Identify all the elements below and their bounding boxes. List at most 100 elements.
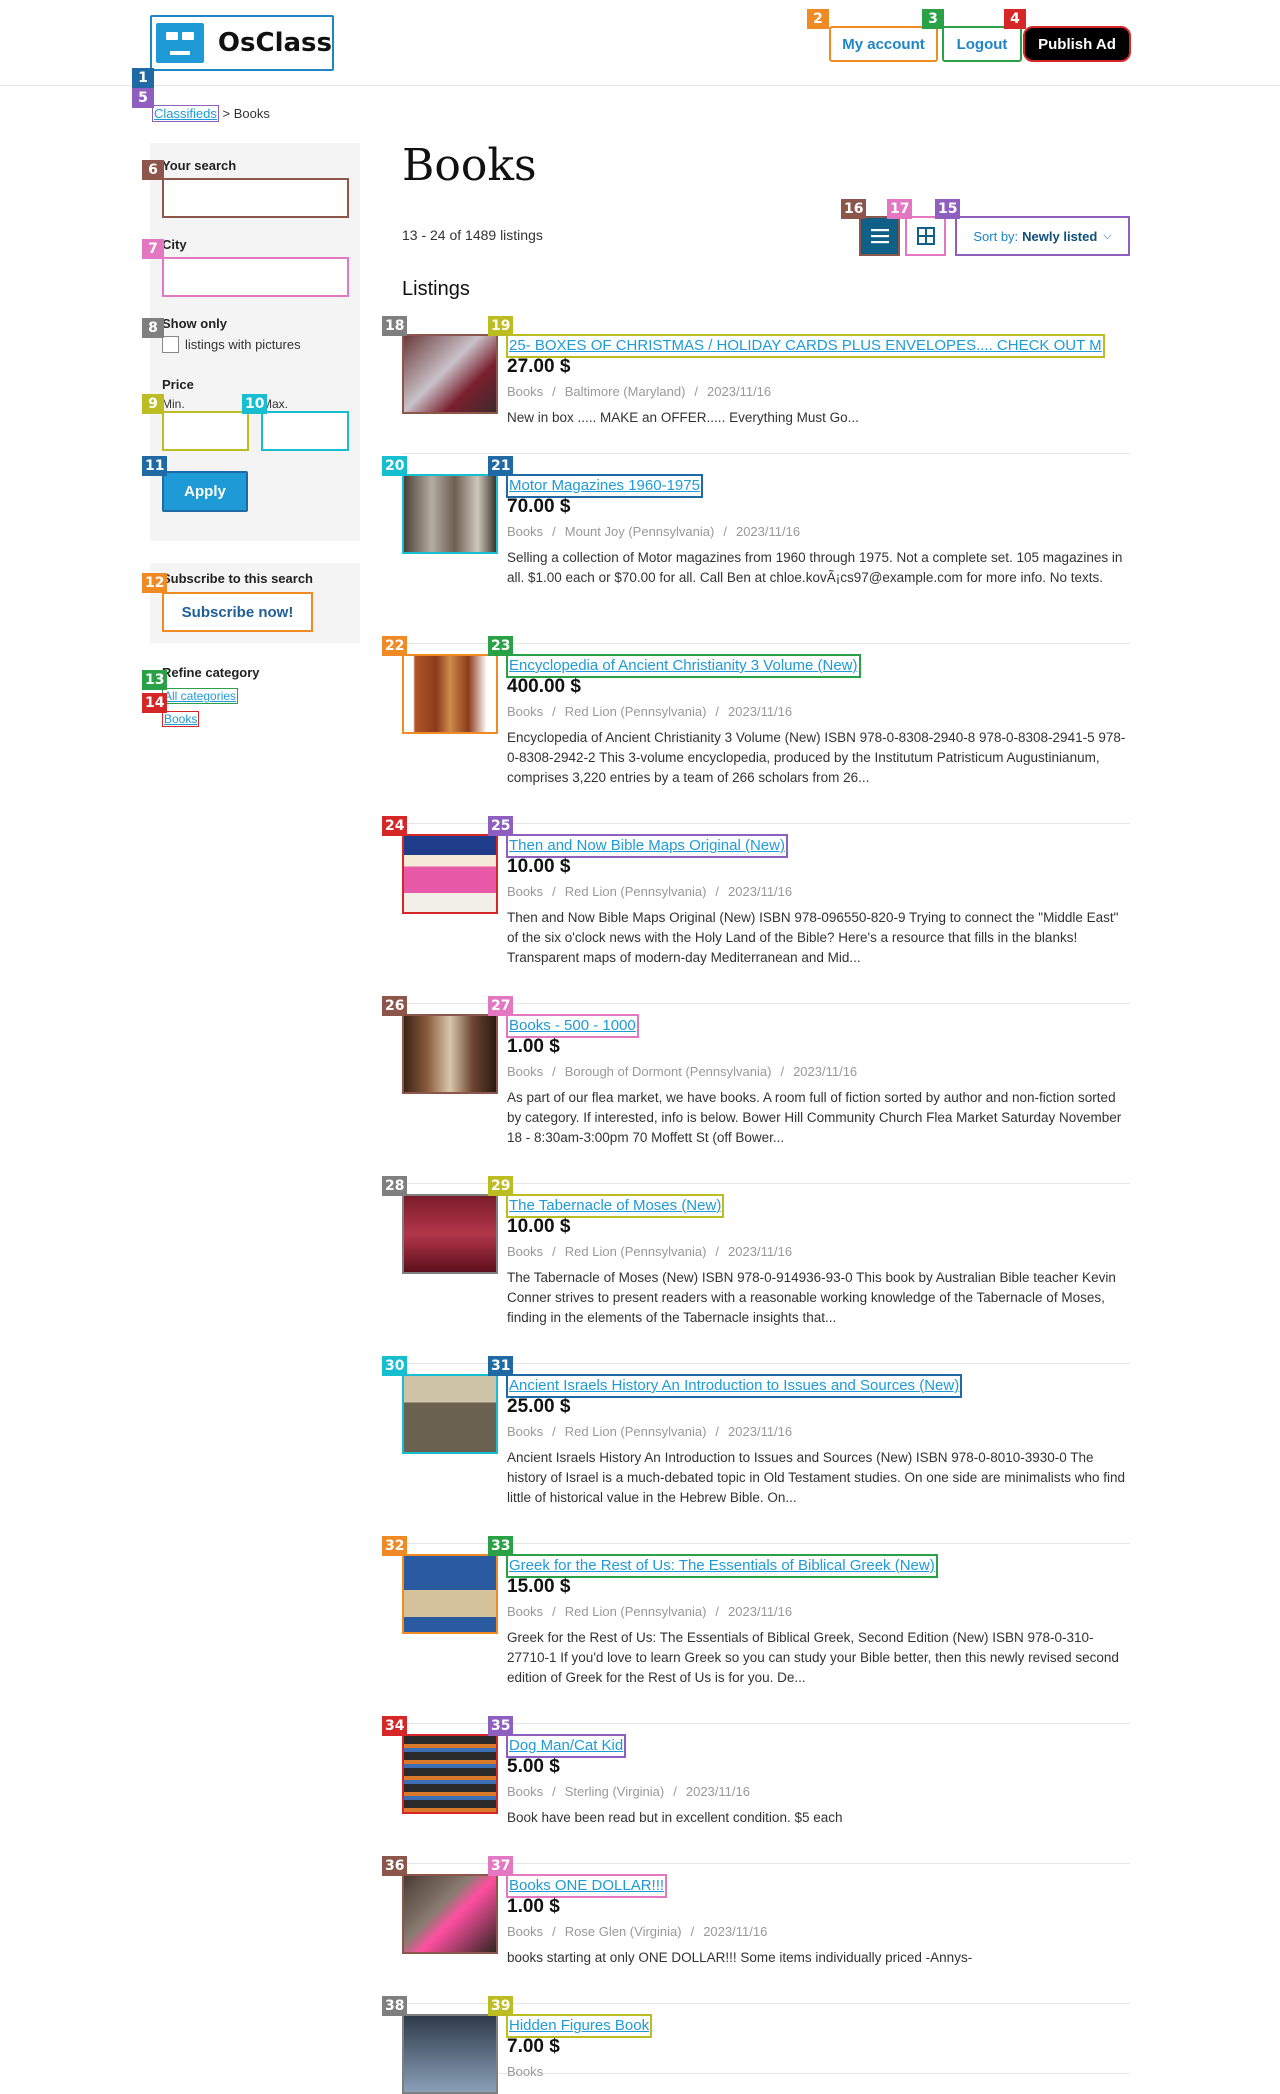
meta-separator: / [552,704,556,719]
listing-meta: Books / Red Lion (Pennsylvania) / 2023/11/16 [507,1424,792,1439]
logout-button[interactable]: Logout [942,26,1022,62]
breadcrumb-classifieds-link[interactable]: Classifieds [152,105,219,122]
listing-thumbnail[interactable] [402,2014,498,2094]
listing-location: Red Lion (Pennsylvania) [564,884,707,899]
listing-price: 15.00 $ [507,1576,571,1597]
annotation-badge: 32 [382,1536,408,1556]
publish-ad-button[interactable]: Publish Ad [1023,26,1131,62]
breadcrumb: Classifieds > Books [152,105,270,122]
listing-date: 2023/11/16 [728,1244,793,1259]
listings-heading: Listings [402,278,470,300]
listing-thumbnail[interactable] [402,1874,498,1954]
price-max-input[interactable] [261,411,349,451]
sort-dropdown[interactable]: Sort by: Newly listed ⌵ [955,216,1130,256]
listing-title-link[interactable]: Ancient Israels History An Introduction … [506,1374,963,1398]
price-min-input[interactable] [162,411,249,451]
subscribe-now-button[interactable]: Subscribe now! [162,592,313,632]
listing-thumbnail[interactable] [402,1014,498,1094]
listing-title-link[interactable]: Hidden Figures Book [506,2014,653,2038]
listing-photo [404,336,496,412]
listing-item: Motor Magazines 1960-1975 70.00 $ Books / Mo… [402,474,1130,644]
listing-description: books starting at only ONE DOLLAR!!! Som… [507,1950,973,1965]
annotation-badge: 8 [142,318,164,338]
listing-title-link[interactable]: Motor Magazines 1960-1975 [506,474,703,498]
listing-title-link[interactable]: Books - 500 - 1000 [506,1014,639,1038]
annotation-badge: 27 [488,996,514,1016]
price-label: Price [162,377,194,392]
meta-separator: / [715,704,720,719]
annotation-badge: 35 [488,1716,514,1736]
page-title: Books [402,140,537,191]
listing-location: Red Lion (Pennsylvania) [564,1604,707,1619]
listing-photo [404,2016,496,2092]
listing-photo [404,1876,496,1952]
annotation-badge: 16 [841,199,867,219]
annotation-badge: 23 [488,636,514,656]
meta-separator: / [552,1924,556,1939]
listing-thumbnail[interactable] [402,474,498,554]
listing-photo [404,1016,496,1092]
meta-separator: / [715,1604,720,1619]
annotation-badge: 30 [382,1356,408,1376]
listing-item: Greek for the Rest of Us: The Essentials… [402,1554,1130,1724]
listing-category: Books [507,1784,544,1799]
meta-separator: / [694,384,699,399]
list-icon [870,229,889,244]
listing-title-link[interactable]: The Tabernacle of Moses (New) [506,1194,725,1218]
listing-price: 10.00 $ [507,856,571,877]
listing-description: Then and Now Bible Maps Original (New) I… [507,910,1119,965]
listing-photo [404,476,496,552]
listing-location: Sterling (Virginia) [564,1784,665,1799]
site-logo[interactable]: OsClass [150,15,334,71]
listing-thumbnail[interactable] [402,1194,498,1274]
category-all-link[interactable]: All categories [162,688,239,704]
listing-meta: Books / Red Lion (Pennsylvania) / 2023/11/16 [507,1604,792,1619]
pictures-checkbox[interactable] [162,336,179,353]
listing-description: Greek for the Rest of Us: The Essentials… [507,1630,1119,1685]
city-input[interactable] [162,257,349,297]
meta-separator: / [552,1604,556,1619]
listing-thumbnail[interactable] [402,334,498,414]
meta-separator: / [715,884,720,899]
listing-title-link[interactable]: Books ONE DOLLAR!!! [506,1874,668,1898]
listing-price: 1.00 $ [507,1896,560,1917]
listing-thumbnail[interactable] [402,654,498,734]
annotation-badge: 15 [935,199,961,219]
annotation-badge: 36 [382,1856,408,1876]
listing-thumbnail[interactable] [402,1734,498,1814]
listing-description: New in box ..... MAKE an OFFER..... Ever… [507,410,859,425]
meta-separator: / [673,1784,677,1799]
listing-location: Rose Glen (Virginia) [564,1924,682,1939]
my-account-button[interactable]: My account [829,26,938,62]
list-view-button[interactable] [859,216,900,256]
annotation-badge: 14 [142,693,168,713]
listing-photo [404,1196,496,1272]
search-input[interactable] [162,178,349,218]
annotation-badge: 4 [1004,9,1026,29]
listing-thumbnail[interactable] [402,834,498,914]
annotation-badge: 20 [382,456,408,476]
listing-date: 2023/11/16 [728,1424,793,1439]
sort-prefix: Sort by: [973,228,1019,244]
meta-separator: / [552,1424,556,1439]
meta-separator: / [552,884,556,899]
listing-title-link[interactable]: Greek for the Rest of Us: The Essentials… [506,1554,938,1578]
listing-price: 27.00 $ [507,356,571,377]
annotation-badge: 38 [382,1996,408,2016]
listing-title-link[interactable]: Dog Man/Cat Kid [506,1734,627,1758]
breadcrumb-separator: > [222,106,231,121]
listing-title-link[interactable]: 25- BOXES OF CHRISTMAS / HOLIDAY CARDS P… [506,334,1105,358]
listing-date: 2023/11/16 [703,1924,768,1939]
apply-button[interactable]: Apply [162,471,248,512]
listing-thumbnail[interactable] [402,1554,498,1634]
category-books-link[interactable]: Books [162,711,200,727]
listing-item: Ancient Israels History An Introduction … [402,1374,1130,1544]
annotation-badge: 13 [142,670,168,690]
listing-item: Then and Now Bible Maps Original (New) 10… [402,834,1130,1004]
listing-title-link[interactable]: Encyclopedia of Ancient Christianity 3 V… [506,654,861,678]
annotation-badge: 34 [382,1716,408,1736]
listing-category: Books [507,704,544,719]
listing-title-link[interactable]: Then and Now Bible Maps Original (New) [506,834,788,858]
grid-view-button[interactable] [905,216,946,256]
listing-thumbnail[interactable] [402,1374,498,1454]
